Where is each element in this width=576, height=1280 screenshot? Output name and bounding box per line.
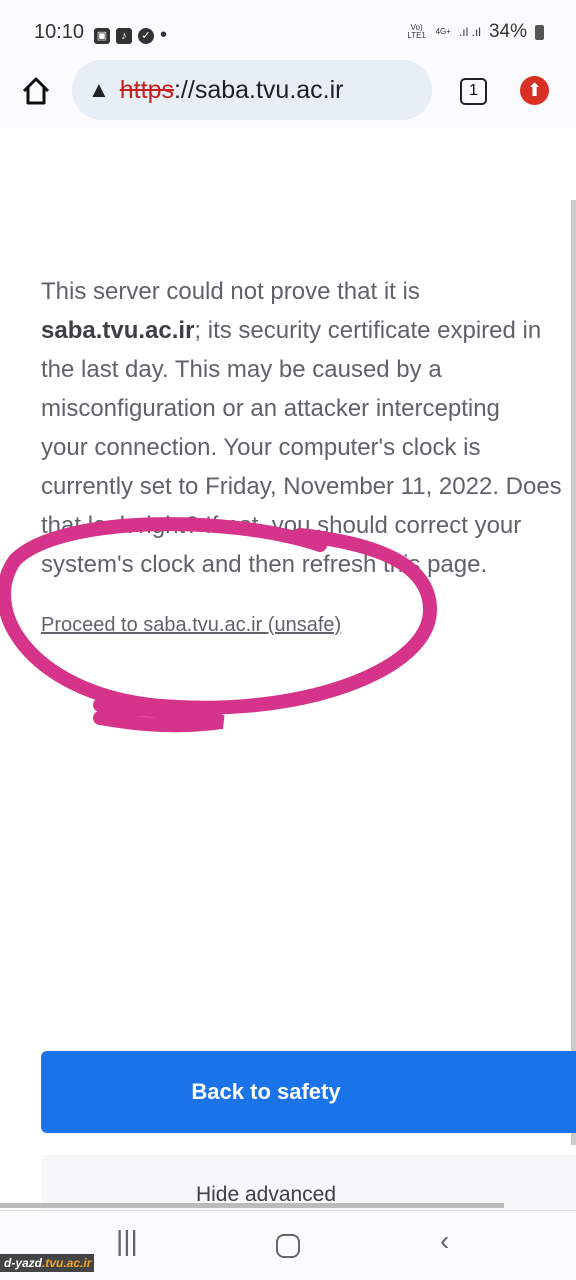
recent-apps-icon[interactable]: ||| (116, 1225, 138, 1257)
error-description: This server could not prove that it is s… (41, 278, 562, 578)
host-name: saba.tvu.ac.ir (41, 317, 195, 344)
warning-icon[interactable]: ▲ (88, 77, 110, 103)
app-icon: ♪ (116, 27, 132, 44)
address-bar[interactable]: ▲ https ://saba.tvu.ac.ir (72, 60, 432, 120)
home-nav-icon[interactable] (276, 1234, 300, 1258)
volte-indicator: Vo) LTE1 (407, 23, 426, 40)
url-host: ://saba.tvu.ac.ir (173, 75, 344, 104)
back-icon[interactable]: ‹ (440, 1225, 449, 1257)
data-indicator: 4G+ (435, 27, 451, 36)
battery-level: 34% (488, 21, 527, 42)
url-scheme: https (119, 75, 174, 104)
status-bar: 10:10 ▣ ♪ ✓ • Vo) LTE1 4G+ .ıl .ıl 34% (0, 0, 576, 60)
browser-toolbar: ▲ https ://saba.tvu.ac.ir 1 ⬆ (0, 60, 576, 126)
shield-icon: ✓ (138, 27, 154, 44)
tab-switcher-button[interactable]: 1 (460, 78, 487, 105)
proceed-unsafe-link[interactable]: Proceed to saba.tvu.ac.ir (unsafe) (41, 614, 341, 637)
battery-icon (535, 24, 544, 40)
back-to-safety-button[interactable]: Back to safety (41, 1051, 576, 1133)
dot-icon: • (160, 24, 168, 46)
signal-icon: .ıl .ıl (458, 25, 481, 39)
watermark: d-yazd.tvu.ac.ir (0, 1254, 94, 1272)
home-icon[interactable] (20, 75, 52, 107)
horizontal-scrollbar[interactable] (0, 1203, 504, 1208)
update-icon[interactable]: ⬆ (520, 76, 549, 105)
clock: 10:10 (34, 21, 85, 43)
gallery-icon: ▣ (94, 27, 110, 44)
